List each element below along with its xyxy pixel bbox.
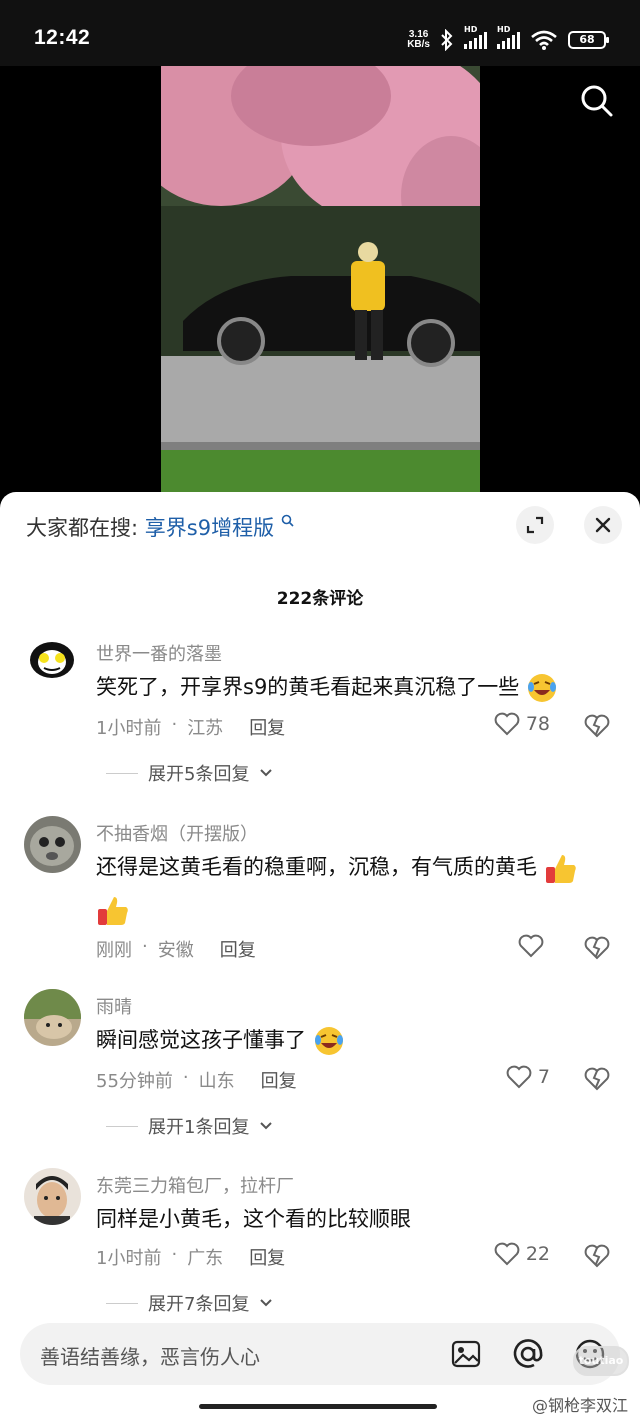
comment-text: 瞬间感觉这孩子懂事了 xyxy=(96,1019,610,1061)
username[interactable]: 东莞三力箱包厂，拉杆厂 xyxy=(96,1172,294,1198)
collapse-button[interactable] xyxy=(516,506,554,544)
close-button[interactable] xyxy=(584,506,622,544)
avatar[interactable] xyxy=(24,816,81,873)
expand-replies[interactable]: 展开5条回复 xyxy=(106,760,273,786)
avatar[interactable] xyxy=(24,636,81,693)
like-button[interactable]: 78 xyxy=(494,712,550,736)
signal-icon-2: HD xyxy=(497,25,520,49)
broken-heart-icon[interactable] xyxy=(584,1244,610,1268)
like-button[interactable]: 7 xyxy=(506,1065,550,1089)
reply-button[interactable]: 回复 xyxy=(261,1067,297,1093)
chevron-down-icon xyxy=(260,1122,273,1130)
avatar[interactable] xyxy=(24,989,81,1046)
watermark-logo: toutiao xyxy=(573,1346,629,1376)
heart-icon xyxy=(494,1242,520,1266)
home-indicator[interactable] xyxy=(199,1404,437,1409)
comment-text: 同样是小黄毛，这个看的比较顺眼 xyxy=(96,1207,411,1231)
avatar[interactable] xyxy=(24,1168,81,1225)
comment-count: 222条评论 xyxy=(276,589,364,609)
status-icons: 3.16 KB/s HD HD 68 xyxy=(407,25,609,54)
close-icon xyxy=(595,517,611,533)
username[interactable]: 不抽香烟（开摆版） xyxy=(96,820,258,846)
thumbs-up-icon xyxy=(545,855,576,883)
comment-meta: 55分钟前 · 山东 回复 xyxy=(96,1067,297,1093)
mention-button[interactable] xyxy=(510,1336,546,1372)
image-button[interactable] xyxy=(448,1336,484,1372)
network-speed: 3.16 KB/s xyxy=(407,29,430,50)
reply-button[interactable]: 回复 xyxy=(249,714,285,740)
video-player[interactable] xyxy=(0,66,640,496)
wifi-icon xyxy=(531,30,557,50)
watermark: @钢枪李双江 xyxy=(531,1396,628,1415)
battery-icon: 68 xyxy=(568,31,609,49)
comment-meta: 刚刚 · 安徽 回复 xyxy=(96,936,256,962)
reply-button[interactable]: 回复 xyxy=(249,1244,285,1270)
comment-meta: 1小时前 · 广东 回复 xyxy=(96,1244,286,1270)
trending-prefix: 大家都在搜: xyxy=(26,516,139,540)
trending-search[interactable]: 大家都在搜: 享界s9增程版 xyxy=(26,512,294,542)
expand-replies[interactable]: 展开1条回复 xyxy=(106,1113,273,1139)
bluetooth-icon xyxy=(441,29,453,51)
expand-replies[interactable]: 展开7条回复 xyxy=(106,1290,273,1316)
status-bar: 12:42 3.16 KB/s HD HD 68 xyxy=(0,0,640,66)
image-icon xyxy=(451,1340,481,1368)
search-icon[interactable] xyxy=(580,84,614,118)
video-thumbnail xyxy=(161,66,480,496)
heart-icon xyxy=(506,1065,532,1089)
collapse-icon xyxy=(526,516,544,534)
signal-icon: HD xyxy=(464,25,487,49)
laughing-emoji-icon xyxy=(314,1027,343,1055)
broken-heart-icon[interactable] xyxy=(584,936,610,960)
comment-meta: 1小时前 · 江苏 回复 xyxy=(96,714,286,740)
username[interactable]: 雨晴 xyxy=(96,993,132,1019)
trending-keyword[interactable]: 享界s9增程版 xyxy=(145,516,274,540)
comment-text: 笑死了，开享界s9的黄毛看起来真沉稳了一些 xyxy=(96,666,610,708)
like-button[interactable]: 22 xyxy=(494,1242,550,1266)
like-button[interactable] xyxy=(518,934,550,958)
reply-button[interactable]: 回复 xyxy=(220,936,256,962)
username[interactable]: 世界一番的落墨 xyxy=(96,640,222,666)
at-icon xyxy=(513,1339,543,1368)
chevron-down-icon xyxy=(260,769,273,777)
status-time: 12:42 xyxy=(34,26,91,49)
heart-icon xyxy=(518,934,544,958)
comment-text: 还得是这黄毛看的稳重啊，沉稳，有气质的黄毛 xyxy=(96,846,610,930)
search-icon xyxy=(281,514,294,527)
laughing-emoji-icon xyxy=(528,674,556,702)
broken-heart-icon[interactable] xyxy=(584,714,610,738)
chevron-down-icon xyxy=(260,1299,273,1307)
comment-input-bar[interactable]: 善语结善缘，恶言伤人心 xyxy=(20,1323,620,1385)
broken-heart-icon[interactable] xyxy=(584,1067,610,1091)
heart-icon xyxy=(494,712,520,736)
thumbs-up-icon xyxy=(98,897,128,925)
comment-input[interactable]: 善语结善缘，恶言伤人心 xyxy=(40,1341,260,1370)
video-frame[interactable] xyxy=(161,66,480,496)
